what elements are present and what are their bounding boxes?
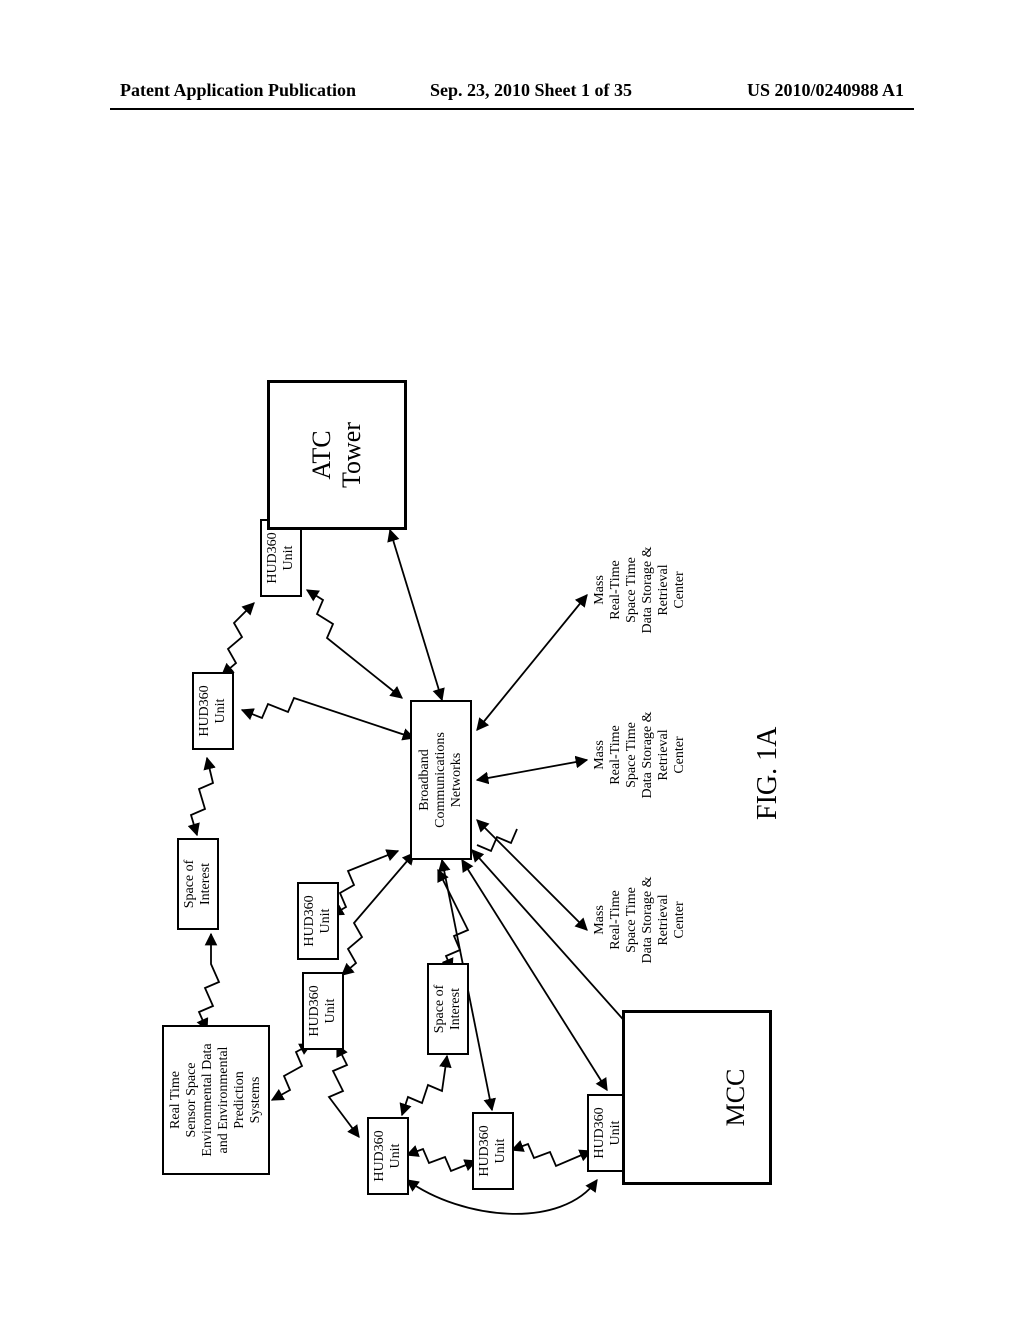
header-left: Patent Application Publication xyxy=(120,80,356,101)
m3-l3: Space Time xyxy=(624,530,640,650)
rt-l6: Systems xyxy=(248,1077,264,1124)
soi1-l1: Space of xyxy=(182,860,198,909)
m2-l5: Retrieval xyxy=(656,695,672,815)
m1-l5: Retrieval xyxy=(656,860,672,980)
node-mass-1: Mass Real-Time Space Time Data Storage &… xyxy=(592,860,689,980)
node-mcc: MCC xyxy=(622,1010,772,1185)
header-center: Sep. 23, 2010 Sheet 1 of 35 xyxy=(430,80,632,101)
node-hud360-c: HUD360 Unit xyxy=(367,1117,409,1195)
hd-l1: HUD360 xyxy=(477,1125,493,1176)
m2-l3: Space Time xyxy=(624,695,640,815)
header-row: Patent Application Publication Sep. 23, … xyxy=(0,80,1024,110)
hb-l2: Unit xyxy=(323,999,339,1024)
m3-l5: Retrieval xyxy=(656,530,672,650)
node-mass-2: Mass Real-Time Space Time Data Storage &… xyxy=(592,695,689,815)
rt-l5: Prediction xyxy=(232,1071,248,1129)
soi2-l2: Interest xyxy=(448,988,464,1030)
hatc-l1: HUD360 xyxy=(265,532,281,583)
hc-l1: HUD360 xyxy=(372,1130,388,1181)
rt-l3: Environmental Data xyxy=(200,1043,216,1156)
node-space-interest-2: Space of Interest xyxy=(427,963,469,1055)
m3-l1: Mass xyxy=(592,530,608,650)
m2-l1: Mass xyxy=(592,695,608,815)
node-mass-3: Mass Real-Time Space Time Data Storage &… xyxy=(592,530,689,650)
atc-l1: ATC xyxy=(307,430,337,479)
header-rule xyxy=(110,108,914,110)
m2-l6: Center xyxy=(672,695,688,815)
ha-l1: HUD360 xyxy=(197,685,213,736)
node-space-interest-1: Space of Interest xyxy=(177,838,219,930)
node-hud360-a: HUD360 Unit xyxy=(192,672,234,750)
soi1-l2: Interest xyxy=(198,863,214,905)
header-right: US 2010/0240988 A1 xyxy=(747,80,904,101)
node-rt-sensor: Real Time Sensor Space Environmental Dat… xyxy=(162,1025,270,1175)
rt-l4: and Environmental xyxy=(216,1047,232,1154)
m3-l4: Data Storage & xyxy=(640,530,656,650)
node-hud360-b: HUD360 Unit xyxy=(302,972,344,1050)
m1-l2: Real-Time xyxy=(608,860,624,980)
m2-l2: Real-Time xyxy=(608,695,624,815)
bb-l2: Communications xyxy=(433,732,449,828)
node-hud360-atc: HUD360 Unit xyxy=(260,519,302,597)
figure-label: FIG. 1A xyxy=(752,727,784,820)
node-atc-tower: ATC Tower xyxy=(267,380,407,530)
rt-l1: Real Time xyxy=(168,1071,184,1129)
bb-l1: Broadband xyxy=(417,749,433,810)
atc-l2: Tower xyxy=(337,422,367,488)
rt-l2: Sensor Space xyxy=(184,1062,200,1137)
hd-l2: Unit xyxy=(493,1139,509,1164)
he-l1: HUD360 xyxy=(302,895,318,946)
page: Patent Application Publication Sep. 23, … xyxy=(0,0,1024,1320)
hmcc-l1: HUD360 xyxy=(592,1107,608,1158)
m1-l6: Center xyxy=(672,860,688,980)
hatc-l2: Unit xyxy=(281,546,297,571)
node-hud360-d: HUD360 Unit xyxy=(472,1112,514,1190)
hc-l2: Unit xyxy=(388,1144,404,1169)
m1-l3: Space Time xyxy=(624,860,640,980)
node-broadband: Broadband Communications Networks xyxy=(410,700,472,860)
diagram-canvas: Real Time Sensor Space Environmental Dat… xyxy=(132,190,892,1290)
m1-l1: Mass xyxy=(592,860,608,980)
m2-l4: Data Storage & xyxy=(640,695,656,815)
m3-l2: Real-Time xyxy=(608,530,624,650)
m1-l4: Data Storage & xyxy=(640,860,656,980)
soi2-l1: Space of xyxy=(432,985,448,1034)
m3-l6: Center xyxy=(672,530,688,650)
bb-l3: Networks xyxy=(449,753,465,807)
ha-l2: Unit xyxy=(213,699,229,724)
mcc-label: MCC xyxy=(721,1069,751,1127)
he-l2: Unit xyxy=(318,909,334,934)
hb-l1: HUD360 xyxy=(307,985,323,1036)
node-hud360-e: HUD360 Unit xyxy=(297,882,339,960)
